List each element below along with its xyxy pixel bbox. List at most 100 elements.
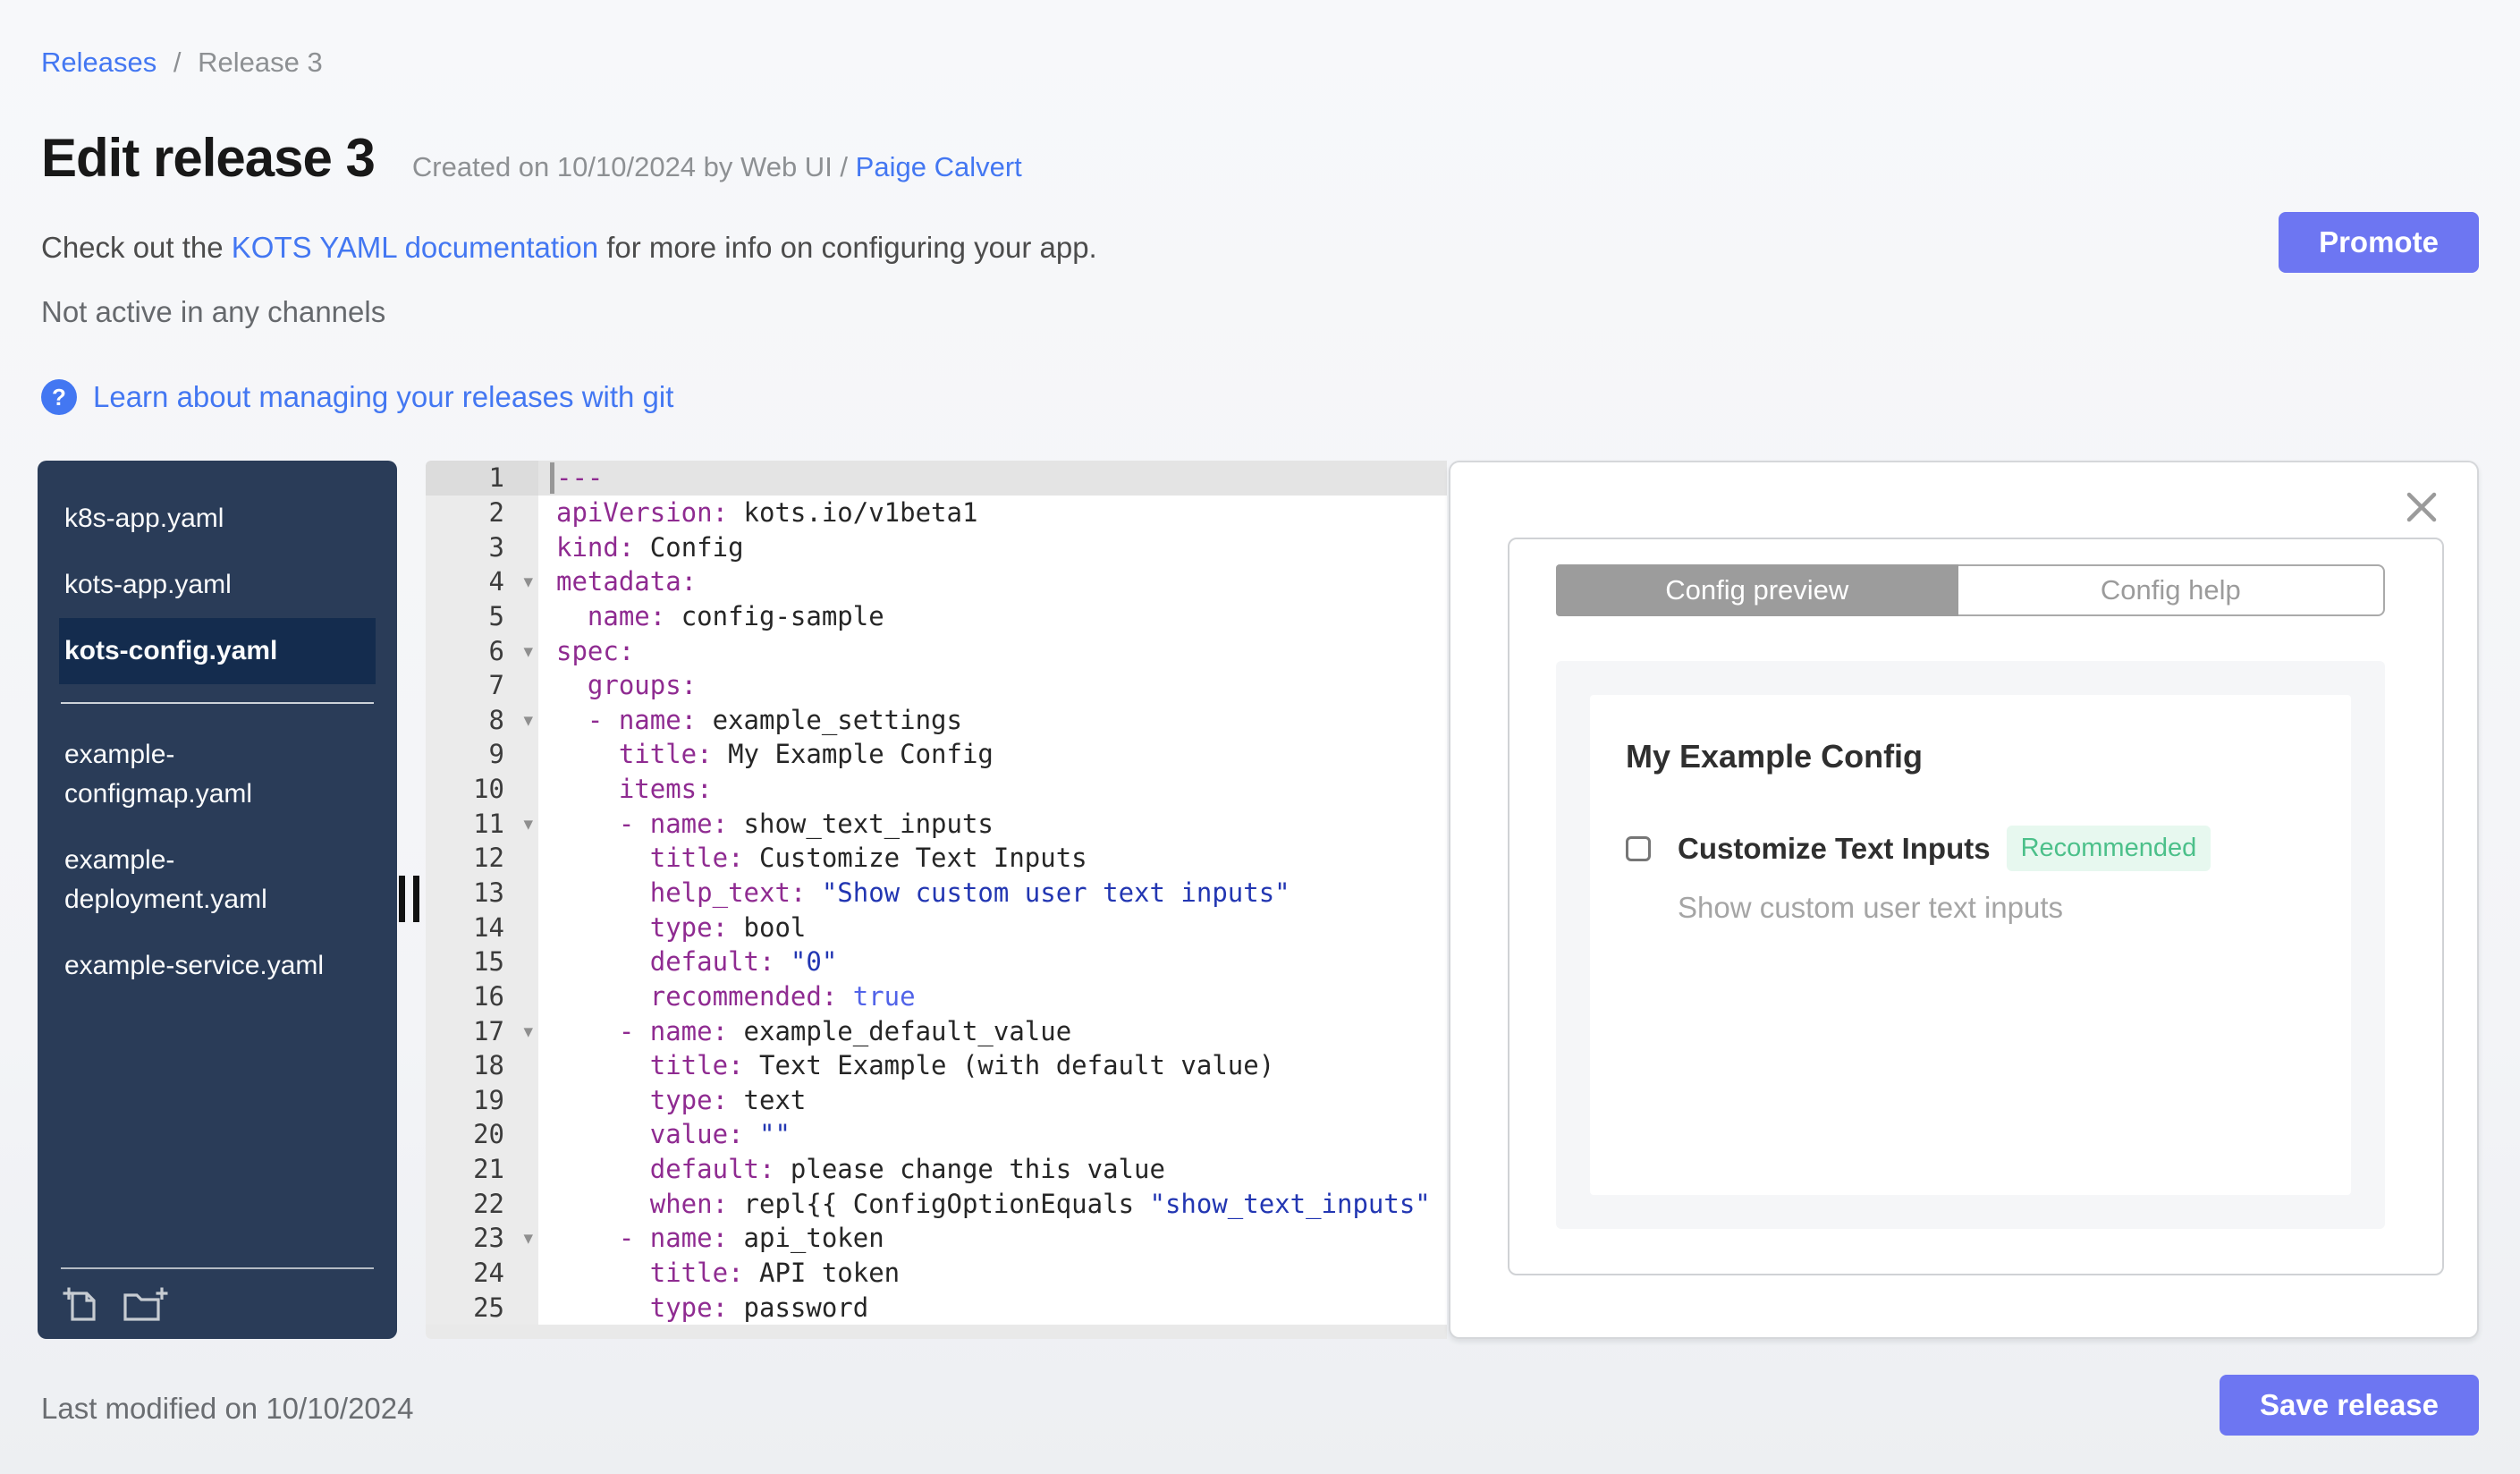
- code-line-12[interactable]: 12 title: Customize Text Inputs: [426, 841, 1447, 876]
- code-line-9[interactable]: 9 title: My Example Config: [426, 737, 1447, 772]
- editor-horizontal-scrollbar[interactable]: [426, 1325, 1447, 1339]
- tab-config-help[interactable]: Config help: [1958, 564, 2385, 616]
- code-line-15[interactable]: 15 default: "0": [426, 944, 1447, 979]
- fold-arrow-icon[interactable]: ▾: [523, 640, 533, 662]
- file-list: k8s-app.yaml kots-app.yaml kots-config.yam…: [38, 461, 397, 999]
- breadcrumb-releases-link[interactable]: Releases: [41, 47, 156, 78]
- code-line-text: apiVersion: kots.io/v1beta1: [556, 496, 978, 528]
- code-line-7[interactable]: 7 groups:: [426, 667, 1447, 703]
- config-preview-area: My Example Config Customize Text Inputs …: [1556, 661, 2385, 1229]
- page-title: Edit release 3: [41, 128, 376, 188]
- code-line-10[interactable]: 10 items:: [426, 771, 1447, 807]
- fold-arrow-icon[interactable]: ▾: [523, 709, 533, 731]
- file-item-kots-config.yaml[interactable]: kots-config.yaml: [59, 618, 376, 684]
- code-line-6[interactable]: 6 ▾ spec:: [426, 633, 1447, 668]
- line-number: 22: [426, 1186, 538, 1222]
- config-preview-panel: Config preview Config help My Example Con…: [1449, 461, 2479, 1339]
- code-line-text: type: bool: [649, 911, 807, 943]
- code-line-2[interactable]: 2 apiVersion: kots.io/v1beta1: [426, 495, 1447, 530]
- file-item-kots-app.yaml[interactable]: kots-app.yaml: [59, 552, 376, 618]
- created-text: Created on 10/10/2024 by Web UI /: [411, 151, 849, 182]
- save-release-button[interactable]: Save release: [2220, 1375, 2479, 1436]
- code-line-19[interactable]: 19 type: text: [426, 1082, 1447, 1118]
- file-item-k8s-app.yaml[interactable]: k8s-app.yaml: [59, 486, 376, 552]
- code-line-text: groups:: [587, 670, 698, 701]
- kots-yaml-doc-link[interactable]: KOTS YAML documentation: [232, 231, 598, 264]
- code-line-23[interactable]: 23 ▾ - name: api_token: [426, 1221, 1447, 1256]
- code-line-13[interactable]: 13 help_text: "Show custom user text inp…: [426, 875, 1447, 911]
- code-line-14[interactable]: 14 type: bool: [426, 910, 1447, 945]
- code-line-1[interactable]: 1 ---: [426, 461, 1447, 496]
- config-box: Config preview Config help My Example Con…: [1508, 538, 2444, 1275]
- code-line-text: items:: [618, 774, 713, 805]
- code-line-text: default: "0": [649, 946, 838, 978]
- file-item-example-configmap.yaml[interactable]: example- configmap.yaml: [59, 722, 376, 827]
- code-line-text: ---: [538, 461, 1447, 496]
- add-file-icon[interactable]: [61, 1285, 100, 1325]
- line-number: 5: [426, 598, 538, 634]
- code-line-11[interactable]: 11 ▾ - name: show_text_inputs: [426, 806, 1447, 842]
- code-line-text: - name: example_settings: [587, 704, 962, 735]
- code-line-8[interactable]: 8 ▾ - name: example_settings: [426, 702, 1447, 738]
- code-line-text: kind: Config: [556, 531, 744, 563]
- code-line-text: value: "": [649, 1119, 791, 1150]
- author-link[interactable]: Paige Calvert: [856, 151, 1022, 182]
- code-line-22[interactable]: 22 when: repl{{ ConfigOptionEquals "show…: [426, 1186, 1447, 1222]
- file-item-example-service.yaml[interactable]: example-service.yaml: [59, 933, 376, 999]
- config-group-title: My Example Config: [1626, 738, 1924, 775]
- code-line-text: type: password: [649, 1292, 869, 1323]
- fold-arrow-icon[interactable]: ▾: [523, 813, 533, 834]
- code-line-text: default: please change this value: [649, 1154, 1165, 1185]
- description-post: for more info on configuring your app.: [598, 231, 1097, 264]
- breadcrumb-separator: /: [173, 47, 182, 78]
- code-line-20[interactable]: 20 value: "": [426, 1117, 1447, 1152]
- code-lines: 1 --- 2 apiVersion: kots.io/v1beta1 3 kind: C…: [426, 461, 1447, 1326]
- code-line-text: when: repl{{ ConfigOptionEquals "show_te…: [649, 1188, 1431, 1219]
- code-line-3[interactable]: 3 kind: Config: [426, 529, 1447, 564]
- edit-release-page: Releases / Release 3 Edit release 3 Crea…: [0, 0, 2520, 1474]
- code-line-text: - name: api_token: [618, 1223, 884, 1254]
- code-line-text: title: My Example Config: [618, 739, 994, 770]
- created-meta: Created on 10/10/2024 by Web UI / Paige …: [412, 151, 1022, 183]
- panel-tab-bar: Config preview Config help: [1556, 564, 2385, 616]
- config-item-row: Customize Text Inputs Recommended: [1626, 826, 2315, 871]
- code-line-text: help_text: "Show custom user text inputs…: [649, 877, 1290, 908]
- code-line-text: title: Customize Text Inputs: [649, 843, 1087, 874]
- description-pre: Check out the: [41, 231, 232, 264]
- add-folder-icon[interactable]: [122, 1285, 170, 1325]
- fold-arrow-icon[interactable]: ▾: [523, 1021, 533, 1042]
- code-line-4[interactable]: 4 ▾ metadata:: [426, 563, 1447, 599]
- code-line-text: spec:: [556, 635, 635, 666]
- fold-arrow-icon[interactable]: ▾: [523, 1227, 533, 1249]
- close-icon[interactable]: [2406, 491, 2438, 523]
- config-item-help-text: Show custom user text inputs: [1678, 891, 2064, 924]
- fold-arrow-icon[interactable]: ▾: [523, 571, 533, 592]
- code-line-24[interactable]: 24 title: API token: [426, 1255, 1447, 1291]
- workspace: k8s-app.yaml kots-app.yaml kots-config.yam…: [38, 461, 2479, 1339]
- line-number: 2: [426, 495, 538, 530]
- code-line-text: name: config-sample: [587, 600, 884, 631]
- code-line-text: recommended: true: [649, 980, 916, 1012]
- code-line-5[interactable]: 5 name: config-sample: [426, 598, 1447, 634]
- line-number: 15: [426, 944, 538, 979]
- line-number: 1: [426, 461, 538, 496]
- line-number: 8 ▾: [426, 702, 538, 738]
- code-line-17[interactable]: 17 ▾ - name: example_default_value: [426, 1013, 1447, 1048]
- learn-git-link[interactable]: Learn about managing your releases with …: [93, 380, 673, 414]
- sidebar-divider: [61, 702, 374, 704]
- code-line-18[interactable]: 18 title: Text Example (with default val…: [426, 1047, 1447, 1083]
- tab-config-preview[interactable]: Config preview: [1556, 564, 1958, 616]
- file-item-example-deployment.yaml[interactable]: example- deployment.yaml: [59, 827, 376, 933]
- line-number: 6 ▾: [426, 633, 538, 668]
- customize-text-inputs-checkbox[interactable]: [1626, 835, 1651, 861]
- code-line-21[interactable]: 21 default: please change this value: [426, 1151, 1447, 1187]
- line-number: 13: [426, 875, 538, 911]
- line-number: 3: [426, 529, 538, 564]
- code-line-16[interactable]: 16 recommended: true: [426, 978, 1447, 1014]
- yaml-code-editor[interactable]: 1 --- 2 apiVersion: kots.io/v1beta1 3 kind: C…: [426, 461, 1447, 1339]
- code-line-25[interactable]: 25 type: password: [426, 1290, 1447, 1326]
- line-number: 9: [426, 737, 538, 772]
- resize-handle-left[interactable]: [399, 876, 419, 922]
- learn-row: ? Learn about managing your releases wit…: [41, 379, 673, 415]
- promote-button[interactable]: Promote: [2279, 212, 2479, 273]
